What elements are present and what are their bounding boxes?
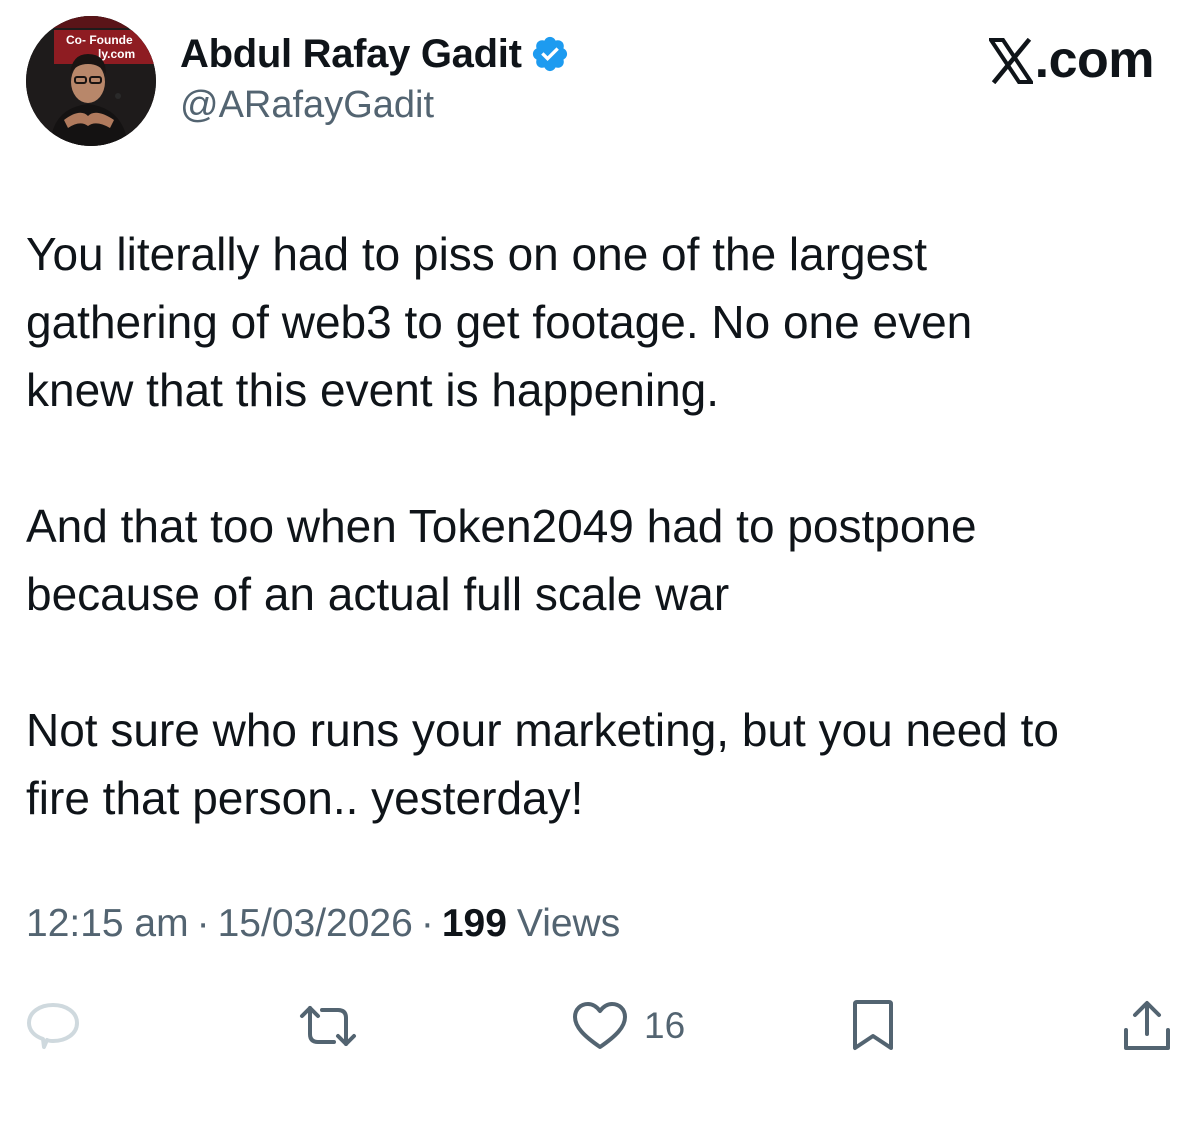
author-display-name[interactable]: Abdul Rafay Gadit: [180, 32, 522, 77]
avatar-banner-text: Co- Founde: [66, 33, 133, 47]
bookmark-icon: [848, 998, 898, 1054]
brand-logo: .com: [986, 30, 1155, 90]
bookmark-button[interactable]: [848, 996, 898, 1056]
reply-button[interactable]: [24, 996, 82, 1056]
avatar-banner-text: ly.com: [98, 47, 135, 61]
share-icon: [1120, 998, 1174, 1054]
share-button[interactable]: [1120, 996, 1174, 1056]
tweet-paragraph: And that too when Token2049 had to postp…: [26, 500, 977, 620]
tweet-paragraph: You literally had to piss on one of the …: [26, 228, 973, 416]
like-count: 16: [644, 1005, 686, 1046]
tweet-time[interactable]: 12:15 am: [26, 902, 189, 946]
reply-icon: [24, 1000, 82, 1052]
views-count: 199: [441, 902, 507, 945]
tweet-date[interactable]: 15/03/2026: [218, 902, 413, 946]
tweet-card: Co- Founde ly.com Abdul Rafay Gadit @ARa…: [0, 0, 1200, 1124]
author-handle[interactable]: @ARafayGadit: [180, 84, 434, 127]
tweet-meta: 12:15 am · 15/03/2026 · 199 Views: [26, 902, 620, 946]
verified-badge-icon: [530, 34, 570, 74]
meta-separator: ·: [420, 902, 434, 945]
brand-domain: .com: [1034, 31, 1155, 89]
like-button[interactable]: 16: [570, 996, 685, 1056]
avatar-photo: Co- Founde ly.com: [26, 16, 156, 146]
repost-icon: [296, 1000, 360, 1052]
author-name-row[interactable]: Abdul Rafay Gadit: [180, 28, 570, 80]
tweet-text: You literally had to piss on one of the …: [26, 220, 1176, 832]
meta-separator: ·: [196, 902, 210, 945]
views-label: Views: [516, 902, 621, 945]
tweet-paragraph: Not sure who runs your marketing, but yo…: [26, 704, 1060, 824]
repost-button[interactable]: [296, 996, 360, 1056]
x-logo-icon: [986, 37, 1035, 85]
heart-icon: [570, 1000, 630, 1052]
avatar[interactable]: Co- Founde ly.com: [26, 16, 156, 146]
